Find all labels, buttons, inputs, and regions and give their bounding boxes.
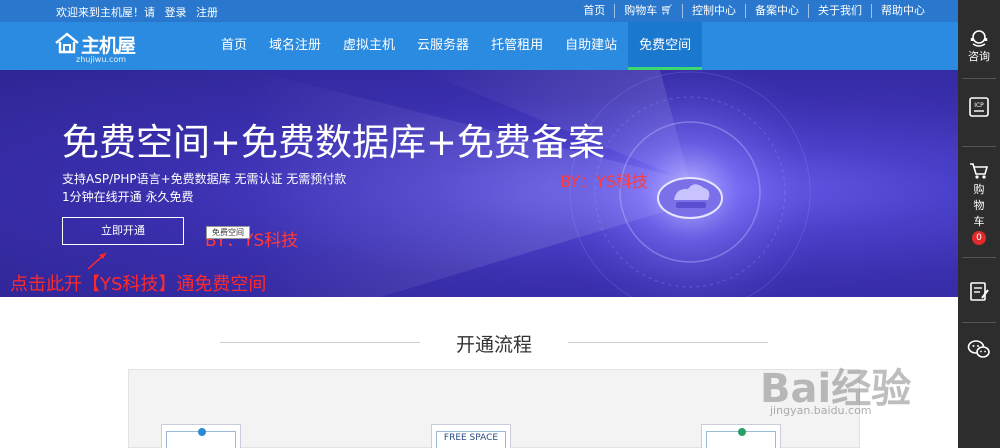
top-link-filing-center[interactable]: 备案中心 — [745, 4, 808, 18]
edit-document-icon — [970, 282, 989, 301]
svg-text:ICP: ICP — [974, 102, 984, 109]
nav-item-free-space[interactable]: 免费空间 — [628, 22, 703, 70]
process-title: 开通流程 — [455, 334, 532, 356]
headset-icon — [970, 30, 988, 47]
watermark-text-mid: BY：YS科技 — [560, 172, 648, 191]
nav-item-site-builder[interactable]: 自助建站 — [554, 22, 628, 70]
top-link-control-center[interactable]: 控制中心 — [682, 4, 745, 18]
free-space-tooltip: 免费空间 — [206, 226, 250, 239]
nav-item-hosting[interactable]: 托管租用 — [480, 22, 554, 70]
process-card-2: FREE SPACE — [431, 424, 511, 448]
main-nav: 主机屋 zhujiwu.com 首页 域名注册 虚拟主机 云服务器 托管租用 自… — [0, 22, 958, 70]
hero-banner: 免费空间+免费数据库+免费备案 支持ASP/PHP语言+免费数据库 无需认证 无… — [0, 70, 958, 297]
annotation-caption: 点击此开【YS科技】通免费空间 — [10, 274, 267, 295]
top-link-about[interactable]: 关于我们 — [808, 4, 871, 18]
top-link-help[interactable]: 帮助中心 — [871, 4, 934, 18]
cart-icon: 🛒︎ — [660, 5, 673, 16]
top-bar: 欢迎来到主机屋！请 登录 注册 首页 购物车 🛒︎ 控制中心 备案中心 关于我们 … — [0, 0, 958, 22]
nav-item-domain[interactable]: 域名注册 — [258, 22, 332, 70]
logo-house-icon — [55, 32, 79, 54]
sidebar-feedback[interactable] — [958, 280, 1000, 302]
nav-item-cloud-server[interactable]: 云服务器 — [406, 22, 480, 70]
nav-item-virtual-host[interactable]: 虚拟主机 — [332, 22, 406, 70]
cart-char-3: 车 — [973, 215, 985, 228]
free-space-label: FREE SPACE — [443, 433, 499, 443]
welcome-text: 欢迎来到主机屋！请 — [56, 6, 155, 19]
cart-char-1: 购 — [973, 183, 985, 196]
sidebar-chat[interactable] — [958, 338, 1000, 360]
right-sidebar: 咨询 ICP 购 物 车 0 — [958, 0, 1000, 448]
welcome-area: 欢迎来到主机屋！请 登录 注册 — [56, 4, 224, 20]
login-link[interactable]: 登录 — [165, 6, 187, 19]
top-link-home[interactable]: 首页 — [574, 4, 614, 18]
open-now-button[interactable]: 立即开通 — [62, 217, 184, 245]
sidebar-consult-label: 咨询 — [968, 50, 990, 63]
annotation-arrow-icon — [87, 252, 107, 270]
title-line-right — [568, 342, 768, 343]
sidebar-consult[interactable]: 咨询 — [958, 28, 1000, 64]
top-link-cart[interactable]: 购物车 🛒︎ — [614, 4, 682, 18]
logo-domain: zhujiwu.com — [76, 55, 127, 64]
wechat-icon — [967, 340, 990, 358]
pin-icon — [738, 428, 746, 436]
baidu-watermark-url: jingyan.baidu.com — [770, 404, 872, 417]
process-card-1 — [161, 424, 241, 448]
banner-headline: 免费空间+免费数据库+免费备案 — [62, 121, 606, 164]
banner-subtitle-2: 1分钟在线开通 永久免费 — [62, 190, 194, 204]
nav-menu: 首页 域名注册 虚拟主机 云服务器 托管租用 自助建站 免费空间 — [210, 22, 703, 70]
nav-item-home[interactable]: 首页 — [210, 22, 258, 70]
icp-icon: ICP — [969, 97, 989, 117]
logo-name: 主机屋 — [81, 35, 136, 57]
sidebar-icp[interactable]: ICP — [958, 96, 1000, 118]
process-section-title: 开通流程 — [0, 328, 958, 356]
cart-count-badge: 0 — [972, 231, 986, 245]
pin-icon — [198, 428, 206, 436]
cart-char-2: 物 — [973, 199, 985, 212]
top-links: 首页 购物车 🛒︎ 控制中心 备案中心 关于我们 帮助中心 — [574, 4, 934, 18]
cart-icon — [970, 163, 989, 179]
register-link[interactable]: 注册 — [196, 6, 218, 19]
process-panel: FREE SPACE — [128, 369, 860, 448]
process-card-3 — [701, 424, 781, 448]
sidebar-cart[interactable]: 购 物 车 0 — [958, 162, 1000, 245]
banner-subtitle-1: 支持ASP/PHP语言+免费数据库 无需认证 无需预付款 — [62, 172, 347, 186]
